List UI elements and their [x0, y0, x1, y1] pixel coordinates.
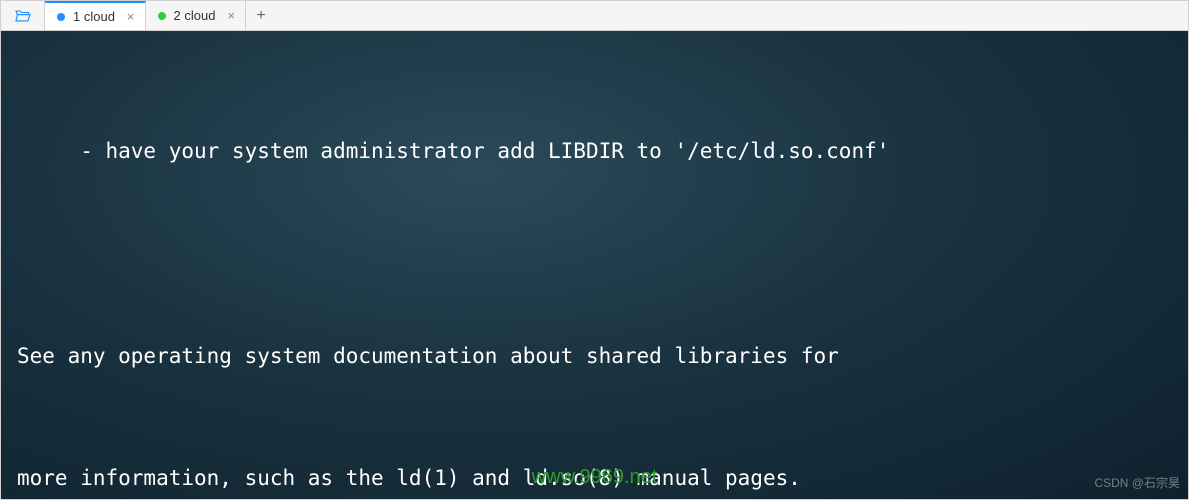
app-window: 1 cloud × 2 cloud × + - have your system…	[0, 0, 1189, 500]
folder-button[interactable]	[1, 1, 45, 30]
tab-label: 1 cloud	[73, 9, 115, 24]
terminal-line: - have your system administrator add LIB…	[17, 131, 1172, 172]
add-tab-button[interactable]: +	[246, 1, 276, 30]
status-dot-icon	[158, 12, 166, 20]
close-icon[interactable]: ×	[227, 8, 235, 23]
tab-bar: 1 cloud × 2 cloud × +	[1, 1, 1188, 31]
terminal-line: more information, such as the ld(1) and …	[17, 458, 1172, 499]
terminal-line: See any operating system documentation a…	[17, 336, 1172, 377]
tab-2-cloud[interactable]: 2 cloud ×	[146, 1, 247, 30]
tab-1-cloud[interactable]: 1 cloud ×	[45, 1, 146, 30]
terminal-pane[interactable]: - have your system administrator add LIB…	[1, 31, 1188, 499]
status-dot-icon	[57, 13, 65, 21]
close-icon[interactable]: ×	[127, 9, 135, 24]
folder-open-icon	[14, 9, 32, 23]
tab-label: 2 cloud	[174, 8, 216, 23]
